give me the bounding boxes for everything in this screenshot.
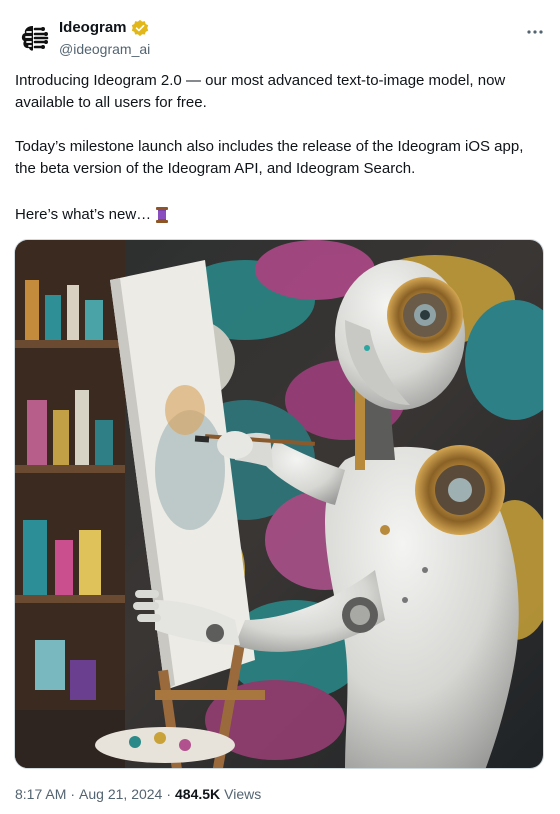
verified-badge-icon <box>131 19 148 37</box>
tweet-date[interactable]: Aug 21, 2024 <box>79 784 162 804</box>
thread-spool-icon <box>156 207 169 223</box>
views-count: 484.5K <box>175 786 221 802</box>
meta-separator: · <box>70 786 76 802</box>
tweet-paragraph-1: Introducing Ideogram 2.0 — our most adva… <box>15 72 506 111</box>
avatar[interactable] <box>15 20 51 56</box>
more-button[interactable] <box>525 22 545 42</box>
tweet-paragraph-3-row: Here’s what’s new… <box>15 204 545 226</box>
tweet-meta: 8:17 AM · Aug 21, 2024 · 484.5K Views <box>15 784 261 804</box>
display-name[interactable]: Ideogram <box>59 18 127 38</box>
tweet-media[interactable] <box>14 239 544 769</box>
tweet-paragraph-2: Today’s milestone launch also includes t… <box>15 138 524 177</box>
more-icon <box>527 30 543 34</box>
robot-painting-image <box>15 240 543 768</box>
tweet-time[interactable]: 8:17 AM <box>15 784 66 804</box>
brain-circuit-icon <box>21 26 49 51</box>
meta-separator: · <box>166 786 172 802</box>
tweet-header: Ideogram @ideogram_ai <box>15 14 545 62</box>
handle[interactable]: @ideogram_ai <box>59 40 150 58</box>
author-block: Ideogram @ideogram_ai <box>59 18 150 58</box>
tweet-paragraph-3: Here’s what’s new… <box>15 206 152 223</box>
views-label: Views <box>224 786 262 802</box>
